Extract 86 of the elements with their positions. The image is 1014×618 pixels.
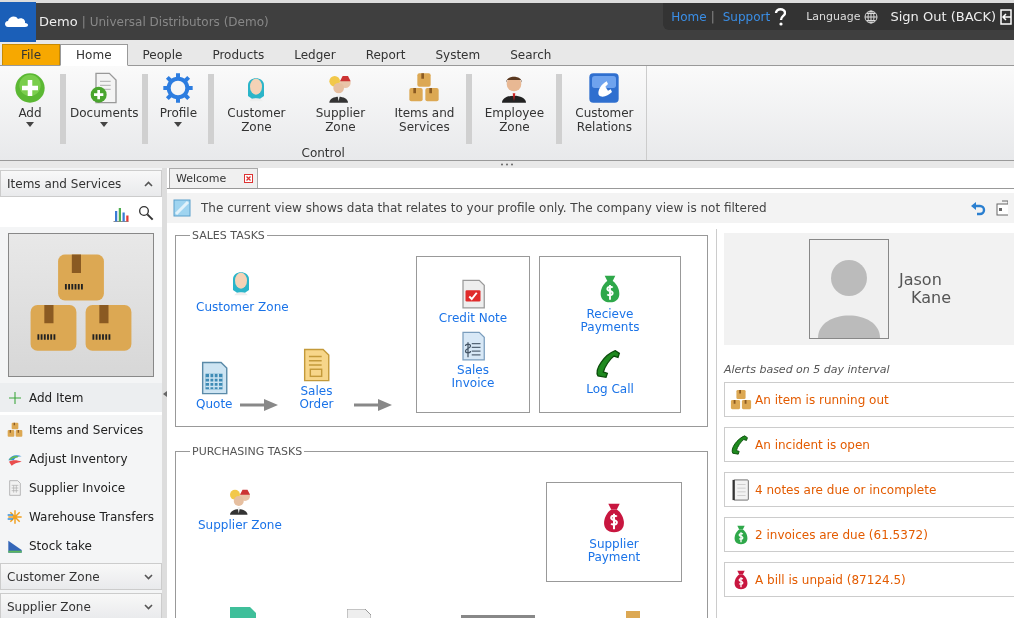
- notebook-icon: [730, 478, 752, 501]
- sidebar-item[interactable]: Add Item: [0, 383, 162, 415]
- alert-item[interactable]: An incident is open: [724, 427, 1014, 462]
- view-icon: [173, 199, 191, 217]
- collapse-arrow-icon[interactable]: [163, 391, 167, 397]
- alert-item[interactable]: 4 notes are due or incomplete: [724, 472, 1014, 507]
- task-link[interactable]: Recieve Payments: [565, 273, 655, 334]
- task-link[interactable]: Sales Order: [286, 348, 347, 411]
- alert-item[interactable]: 2 invoices are due (61.5372): [724, 517, 1014, 552]
- menu-tab[interactable]: Home: [60, 44, 128, 66]
- gear-icon: [162, 72, 195, 104]
- notice-text: The current view shows data that relates to your profile only. The company view is not filtered: [201, 201, 768, 215]
- ribbon-button[interactable]: Supplier Zone: [298, 72, 383, 146]
- task-link[interactable]: Sales Invoice: [443, 331, 503, 390]
- sidebar-panel-header[interactable]: Supplier Zone: [0, 593, 162, 618]
- sidebar-item[interactable]: Stock take: [0, 531, 162, 560]
- sidebar-item[interactable]: Adjust Inventory: [0, 444, 162, 473]
- ribbon-button[interactable]: Documents: [66, 72, 143, 146]
- plus-icon: [7, 389, 23, 406]
- boxes-icon: [730, 388, 752, 411]
- menu-tab[interactable]: System: [420, 45, 496, 65]
- task-link[interactable]: Customer Zone: [196, 266, 286, 314]
- bar-icon: [461, 615, 536, 618]
- menu-tab[interactable]: File: [2, 44, 61, 65]
- grip-icon[interactable]: [500, 163, 514, 166]
- plus-circle-icon: [14, 72, 46, 104]
- language-link[interactable]: Language: [806, 10, 861, 23]
- menu-tab[interactable]: Products: [197, 45, 280, 65]
- company-name: Universal Distributors (Demo): [89, 14, 269, 29]
- ribbon-button[interactable]: Profile: [148, 72, 209, 146]
- section-title: SALES TASKS: [191, 229, 266, 242]
- sidebar-panel-header[interactable]: Customer Zone: [0, 563, 162, 590]
- window-icon[interactable]: [996, 200, 1008, 216]
- globe-icon[interactable]: [864, 9, 879, 24]
- exit-icon[interactable]: [1000, 8, 1012, 25]
- box-icon: [625, 611, 640, 618]
- chevron-down-icon: [144, 603, 153, 610]
- task-link[interactable]: Supplier Zone: [198, 486, 282, 533]
- chevron-down-icon: [144, 573, 153, 580]
- search-icon[interactable]: [138, 205, 154, 221]
- sidebar-header[interactable]: Items and Services: [0, 170, 162, 197]
- menu-tab[interactable]: Search: [495, 45, 567, 65]
- document-icon: [346, 609, 371, 618]
- support-link[interactable]: Support: [722, 9, 771, 24]
- ribbon-button[interactable]: Employee Zone: [472, 72, 557, 146]
- alert-item[interactable]: A bill is unpaid (87124.5): [724, 562, 1014, 597]
- app-title: Demo: [39, 14, 78, 29]
- alerts-title: Alerts based on 5 day interval: [724, 363, 891, 376]
- chevron-up-icon: [144, 180, 153, 187]
- task-link[interactable]: Credit Note: [438, 279, 508, 325]
- task-link[interactable]: Quote: [196, 361, 233, 411]
- alert-item[interactable]: An item is running out: [724, 382, 1014, 417]
- home-link[interactable]: Home: [671, 9, 707, 24]
- arrow-icon: [240, 399, 279, 411]
- document-tab[interactable]: Welcome: [169, 168, 259, 188]
- document-icon: [230, 607, 256, 618]
- task-link[interactable]: Supplier Payment: [584, 500, 644, 564]
- close-icon[interactable]: [244, 174, 254, 183]
- undo-arrow-icon[interactable]: [970, 200, 986, 216]
- separator: |: [81, 14, 86, 29]
- boxes-icon: [7, 421, 23, 438]
- cloud-logo-icon: [0, 1, 36, 42]
- boxes-icon: [408, 72, 441, 104]
- ribbon-button[interactable]: Customer Relations: [562, 72, 647, 146]
- sidebar-item[interactable]: Supplier Invoice: [0, 473, 162, 502]
- ribbon-button[interactable]: Customer Zone: [214, 72, 299, 146]
- task-link[interactable]: Log Call: [586, 348, 634, 396]
- separator: |: [710, 9, 715, 24]
- menu-tab[interactable]: Report: [350, 45, 421, 65]
- menu-tab[interactable]: Ledger: [279, 45, 351, 65]
- ribbon-button[interactable]: Add: [0, 72, 60, 146]
- bar-chart-icon[interactable]: [112, 205, 130, 223]
- star-arrows-icon: [7, 508, 23, 525]
- spreadsheet-icon: [7, 479, 23, 496]
- first-name: Jason: [899, 271, 943, 289]
- sign-out-link[interactable]: Sign Out (BACK): [890, 9, 996, 24]
- help-icon[interactable]: [774, 7, 787, 26]
- group-label: Control: [300, 146, 346, 160]
- ribbon-button[interactable]: Items and Services: [382, 72, 467, 146]
- sidebar-item[interactable]: Warehouse Transfers: [0, 502, 162, 531]
- last-name: Kane: [910, 289, 951, 307]
- arrow-icon: [354, 399, 393, 411]
- sidebar-item[interactable]: Items and Services: [0, 415, 162, 444]
- menu-tab[interactable]: People: [127, 45, 198, 65]
- section-title: PURCHASING TASKS: [191, 445, 304, 459]
- phone-icon: [588, 72, 621, 104]
